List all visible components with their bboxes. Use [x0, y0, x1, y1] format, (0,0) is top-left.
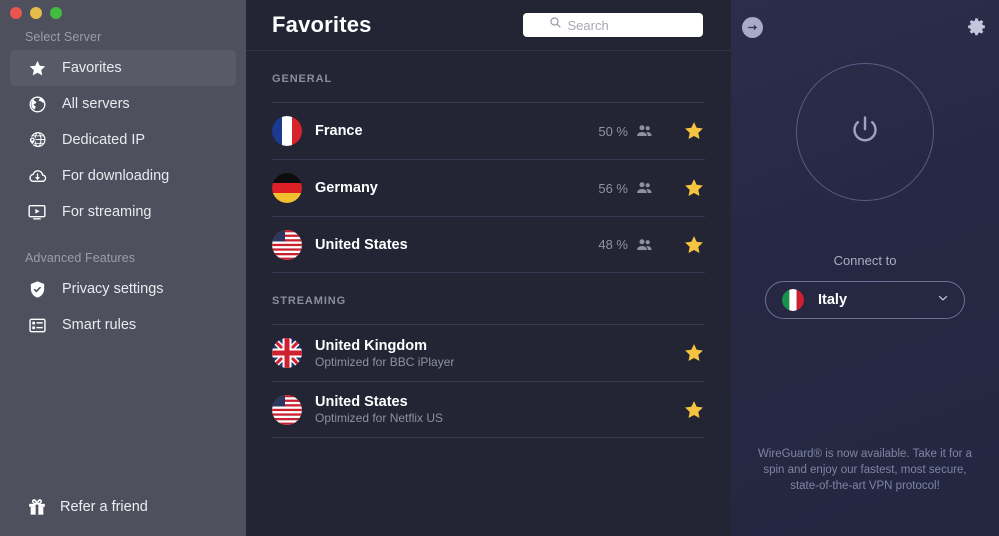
- row-subtitle: Optimized for Netflix US: [315, 411, 444, 425]
- flag-usa: [272, 229, 302, 260]
- sidebar-item-all-servers[interactable]: All servers: [10, 86, 236, 122]
- gear-icon[interactable]: [965, 15, 987, 37]
- list-header: Favorites: [246, 0, 731, 51]
- refer-a-friend-label: Refer a friend: [60, 499, 148, 515]
- table-row[interactable]: Germany 56 %: [272, 159, 705, 216]
- table-row[interactable]: France 50 %: [272, 102, 705, 159]
- sidebar-item-label: For downloading: [62, 168, 170, 184]
- table-row[interactable]: United Kingdom Optimized for BBC iPlayer: [272, 324, 705, 381]
- flag-uk: [272, 338, 302, 368]
- server-list-panel: Favorites GENERAL: [246, 0, 731, 536]
- country-name: United Kingdom: [315, 337, 427, 354]
- country-name: Germany: [315, 180, 378, 196]
- sidebar: Select Server Favorites All servers Dedi…: [0, 0, 246, 536]
- vpn-app-window: Select Server Favorites All servers Dedi…: [0, 0, 999, 536]
- country-name: France: [315, 123, 363, 139]
- star-icon: [25, 56, 49, 80]
- table-row[interactable]: United States 48 %: [272, 216, 705, 273]
- zoom-button[interactable]: [50, 7, 62, 19]
- sidebar-item-label: Favorites: [62, 60, 122, 76]
- sidebar-item-favorites[interactable]: Favorites: [10, 50, 236, 86]
- power-icon: [848, 113, 882, 152]
- select-server-label: Select Server: [25, 30, 102, 44]
- cloud-download-icon: [25, 164, 49, 188]
- monitor-play-icon: [25, 200, 49, 224]
- gift-icon: [25, 495, 49, 519]
- arrow-right-circle-icon[interactable]: [742, 17, 763, 38]
- people-icon: [636, 238, 653, 252]
- country-name: United States: [315, 236, 408, 253]
- sidebar-item-label: Dedicated IP: [62, 132, 146, 148]
- people-icon: [636, 124, 653, 138]
- favorite-star-icon[interactable]: [683, 399, 705, 421]
- flag-germany: [272, 173, 302, 203]
- server-load: 48 %: [598, 237, 628, 252]
- power-button[interactable]: [796, 63, 934, 201]
- country-name: United States: [315, 394, 408, 410]
- list-rules-icon: [25, 313, 49, 337]
- flag-usa: [272, 394, 302, 425]
- sidebar-item-smart-rules[interactable]: Smart rules: [10, 307, 236, 343]
- row-texts: United States Optimized for Netflix US: [315, 394, 653, 425]
- sidebar-item-label: Privacy settings: [62, 281, 164, 297]
- flag-italy: [782, 289, 804, 311]
- search-box[interactable]: [523, 13, 703, 37]
- minimize-button[interactable]: [30, 7, 42, 19]
- row-texts: France: [315, 123, 598, 139]
- chevron-down-icon[interactable]: [936, 291, 950, 310]
- favorite-star-icon[interactable]: [683, 177, 705, 199]
- globe-pin-icon: [25, 128, 49, 152]
- shield-check-icon: [25, 277, 49, 301]
- sidebar-item-dedicated-ip[interactable]: Dedicated IP: [10, 122, 236, 158]
- connect-to-label: Connect to: [833, 253, 897, 268]
- row-texts: United Kingdom Optimized for BBC iPlayer: [315, 338, 653, 369]
- sidebar-item-label: All servers: [62, 96, 130, 112]
- flag-france: [272, 116, 302, 146]
- refer-a-friend-button[interactable]: Refer a friend: [10, 490, 148, 524]
- sidebar-item-privacy-settings[interactable]: Privacy settings: [10, 271, 236, 307]
- wireguard-promo-text: WireGuard® is now available. Take it for…: [757, 448, 973, 492]
- group-label-general: GENERAL: [272, 73, 333, 85]
- search-input[interactable]: [567, 17, 678, 33]
- advanced-nav-list: Privacy settings Smart rules: [0, 271, 246, 343]
- row-texts: Germany: [315, 180, 598, 196]
- connection-panel: Connect to Italy WireGuard® is now avail…: [731, 0, 999, 536]
- close-button[interactable]: [10, 7, 22, 19]
- people-icon: [636, 181, 653, 195]
- sidebar-item-label: For streaming: [62, 204, 152, 220]
- table-row[interactable]: United States Optimized for Netflix US: [272, 381, 705, 438]
- favorite-star-icon[interactable]: [683, 234, 705, 256]
- sidebar-item-for-downloading[interactable]: For downloading: [10, 158, 236, 194]
- advanced-features-label: Advanced Features: [25, 251, 136, 265]
- sidebar-item-for-streaming[interactable]: For streaming: [10, 194, 236, 230]
- general-rows: France 50 % Germany 56 % United States 4…: [246, 102, 731, 273]
- row-texts: United States: [315, 237, 598, 253]
- search-icon: [549, 16, 562, 34]
- favorite-star-icon[interactable]: [683, 120, 705, 142]
- selected-country-name: Italy: [818, 292, 848, 308]
- server-nav-list: Favorites All servers Dedicated IP For d…: [0, 50, 246, 230]
- sidebar-item-label: Smart rules: [62, 317, 137, 333]
- page-title: Favorites: [272, 12, 372, 37]
- group-label-streaming: STREAMING: [272, 295, 347, 307]
- window-traffic-lights: [10, 7, 62, 19]
- streaming-rows: United Kingdom Optimized for BBC iPlayer: [246, 324, 731, 438]
- globe-icon: [25, 92, 49, 116]
- server-load: 56 %: [598, 180, 628, 196]
- country-select-dropdown[interactable]: Italy: [765, 281, 965, 319]
- favorite-star-icon[interactable]: [683, 342, 705, 364]
- row-subtitle: Optimized for BBC iPlayer: [315, 354, 455, 369]
- server-load: 50 %: [598, 123, 628, 139]
